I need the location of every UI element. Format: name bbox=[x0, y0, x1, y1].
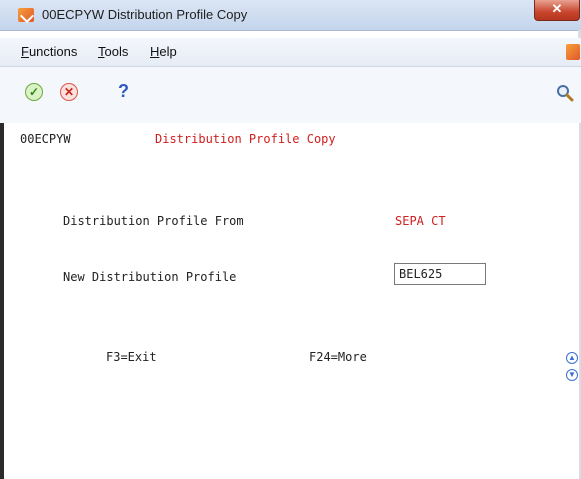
scroll-up-icon[interactable]: ▲ bbox=[566, 352, 578, 364]
close-button[interactable]: ✕ bbox=[534, 0, 580, 21]
search-icon[interactable] bbox=[556, 84, 574, 102]
form-panel: 00ECPYW Distribution Profile Copy Distri… bbox=[0, 123, 579, 479]
menu-help-accel: H bbox=[150, 44, 160, 59]
menu-functions-rest: unctions bbox=[28, 44, 78, 59]
window-title: 00ECPYW Distribution Profile Copy bbox=[42, 7, 248, 22]
cancel-icon[interactable]: ✕ bbox=[60, 83, 78, 101]
program-id: 00ECPYW bbox=[20, 132, 71, 146]
menu-functions-accel: F bbox=[21, 44, 29, 59]
form-title: Distribution Profile Copy bbox=[155, 132, 336, 146]
new-profile-label: New Distribution Profile bbox=[63, 270, 237, 284]
menu-tools-rest: ools bbox=[104, 44, 129, 59]
scroll-down-icon[interactable]: ▼ bbox=[566, 369, 578, 381]
menu-help-rest: elp bbox=[159, 44, 177, 59]
menu-tools[interactable]: Tools bbox=[98, 44, 128, 59]
f24-more-key[interactable]: F24=More bbox=[309, 350, 367, 364]
menu-functions[interactable]: Functions bbox=[21, 44, 77, 59]
ok-icon[interactable]: ✓ bbox=[25, 83, 43, 101]
from-profile-value: SEPA CT bbox=[395, 214, 446, 228]
help-icon[interactable]: ? bbox=[118, 81, 129, 102]
toolbar: ✓ ✕ ? bbox=[0, 67, 581, 123]
f3-exit-key[interactable]: F3=Exit bbox=[106, 350, 157, 364]
app-corner-icon bbox=[566, 44, 580, 60]
app-icon bbox=[18, 8, 34, 22]
from-profile-label: Distribution Profile From bbox=[63, 214, 244, 228]
menu-help[interactable]: Help bbox=[150, 44, 177, 59]
new-profile-input[interactable] bbox=[394, 263, 486, 285]
title-bar: 00ECPYW Distribution Profile Copy ✕ bbox=[0, 0, 581, 31]
menu-bar: Functions Tools Help bbox=[0, 38, 581, 67]
